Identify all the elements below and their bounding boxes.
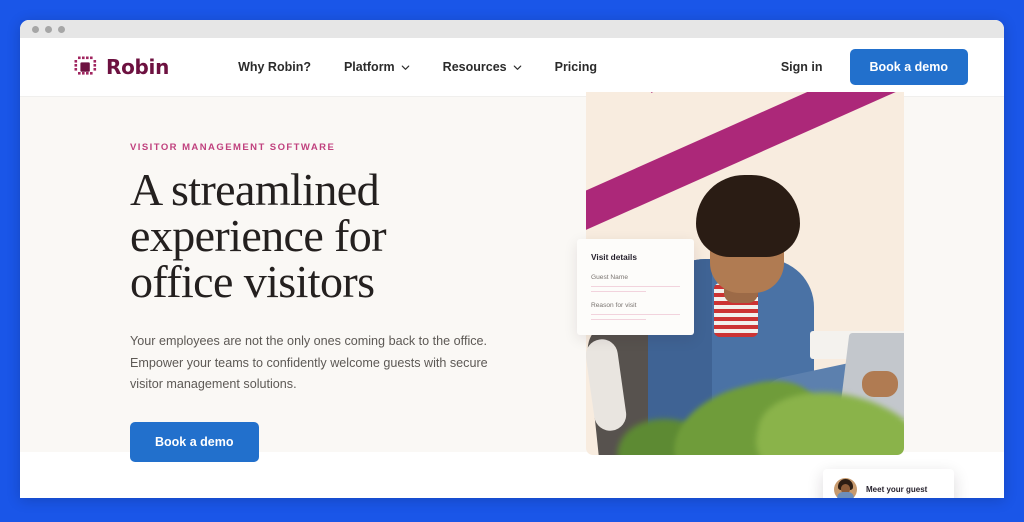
avatar-body xyxy=(837,492,854,498)
book-a-demo-button-hero[interactable]: Book a demo xyxy=(130,421,259,462)
nav-item-resources-label: Resources xyxy=(442,60,507,74)
nav-item-platform[interactable]: Platform xyxy=(344,60,410,74)
nav-links: Why Robin? Platform Resources Pricing xyxy=(238,60,597,74)
nav-item-platform-label: Platform xyxy=(343,60,395,74)
window-dot-minimize[interactable] xyxy=(45,25,52,33)
person-hair xyxy=(696,175,800,257)
headline-line-3: office visitors xyxy=(130,256,375,307)
robin-dot-matrix-logo-icon xyxy=(74,56,97,75)
chevron-down-icon xyxy=(513,64,521,70)
nav-actions: Sign in Book a demo xyxy=(781,49,968,85)
browser-window: Robin Why Robin? Platform Resources Pric… xyxy=(20,20,1004,498)
nav-item-why-robin-label: Why Robin? xyxy=(238,60,311,74)
book-a-demo-button-nav[interactable]: Book a demo xyxy=(849,49,968,85)
hero-subcopy: Your employees are not the only ones com… xyxy=(130,334,488,392)
chevron-down-icon xyxy=(401,64,409,70)
guest-name-input-rule xyxy=(591,286,680,287)
guest-name-label: Guest Name xyxy=(591,274,629,281)
window-dot-maximize[interactable] xyxy=(58,25,65,33)
meet-your-guest-card: Meet your guest xyxy=(823,469,954,498)
window-dot-close[interactable] xyxy=(32,25,39,33)
guest-card-header: Meet your guest xyxy=(834,478,943,498)
nav-item-pricing-label: Pricing xyxy=(554,60,597,74)
meet-your-guest-title: Meet your guest xyxy=(866,485,928,494)
guest-avatar xyxy=(834,478,857,498)
guest-name-field[interactable]: Guest Name xyxy=(591,274,680,292)
page-title: A streamlined experience for office visi… xyxy=(130,167,530,305)
visit-details-card: Visit details Guest Name Reason for visi… xyxy=(577,239,694,335)
sign-in-link[interactable]: Sign in xyxy=(781,60,823,74)
headline-line-1: A streamlined xyxy=(130,164,380,215)
reason-input-rule-short xyxy=(591,319,647,320)
reason-for-visit-field[interactable]: Reason for visit xyxy=(591,302,680,320)
nav-item-pricing[interactable]: Pricing xyxy=(555,60,597,74)
brand-name: Robin xyxy=(106,55,170,79)
brand-logo[interactable]: Robin xyxy=(74,55,169,79)
reason-input-rule xyxy=(591,314,680,315)
visit-details-title: Visit details xyxy=(591,252,637,262)
nav-item-resources[interactable]: Resources xyxy=(443,60,522,74)
browser-titlebar xyxy=(20,20,1004,38)
guest-name-input-rule-short xyxy=(591,291,647,292)
person-hand xyxy=(862,371,898,397)
site-navbar: Robin Why Robin? Platform Resources Pric… xyxy=(20,38,1004,97)
headline-line-2: experience for xyxy=(130,210,387,261)
nav-item-why-robin[interactable]: Why Robin? xyxy=(238,60,311,74)
reason-for-visit-label: Reason for visit xyxy=(591,302,637,309)
hero-section: VISITOR MANAGEMENT SOFTWARE A streamline… xyxy=(20,92,1004,498)
